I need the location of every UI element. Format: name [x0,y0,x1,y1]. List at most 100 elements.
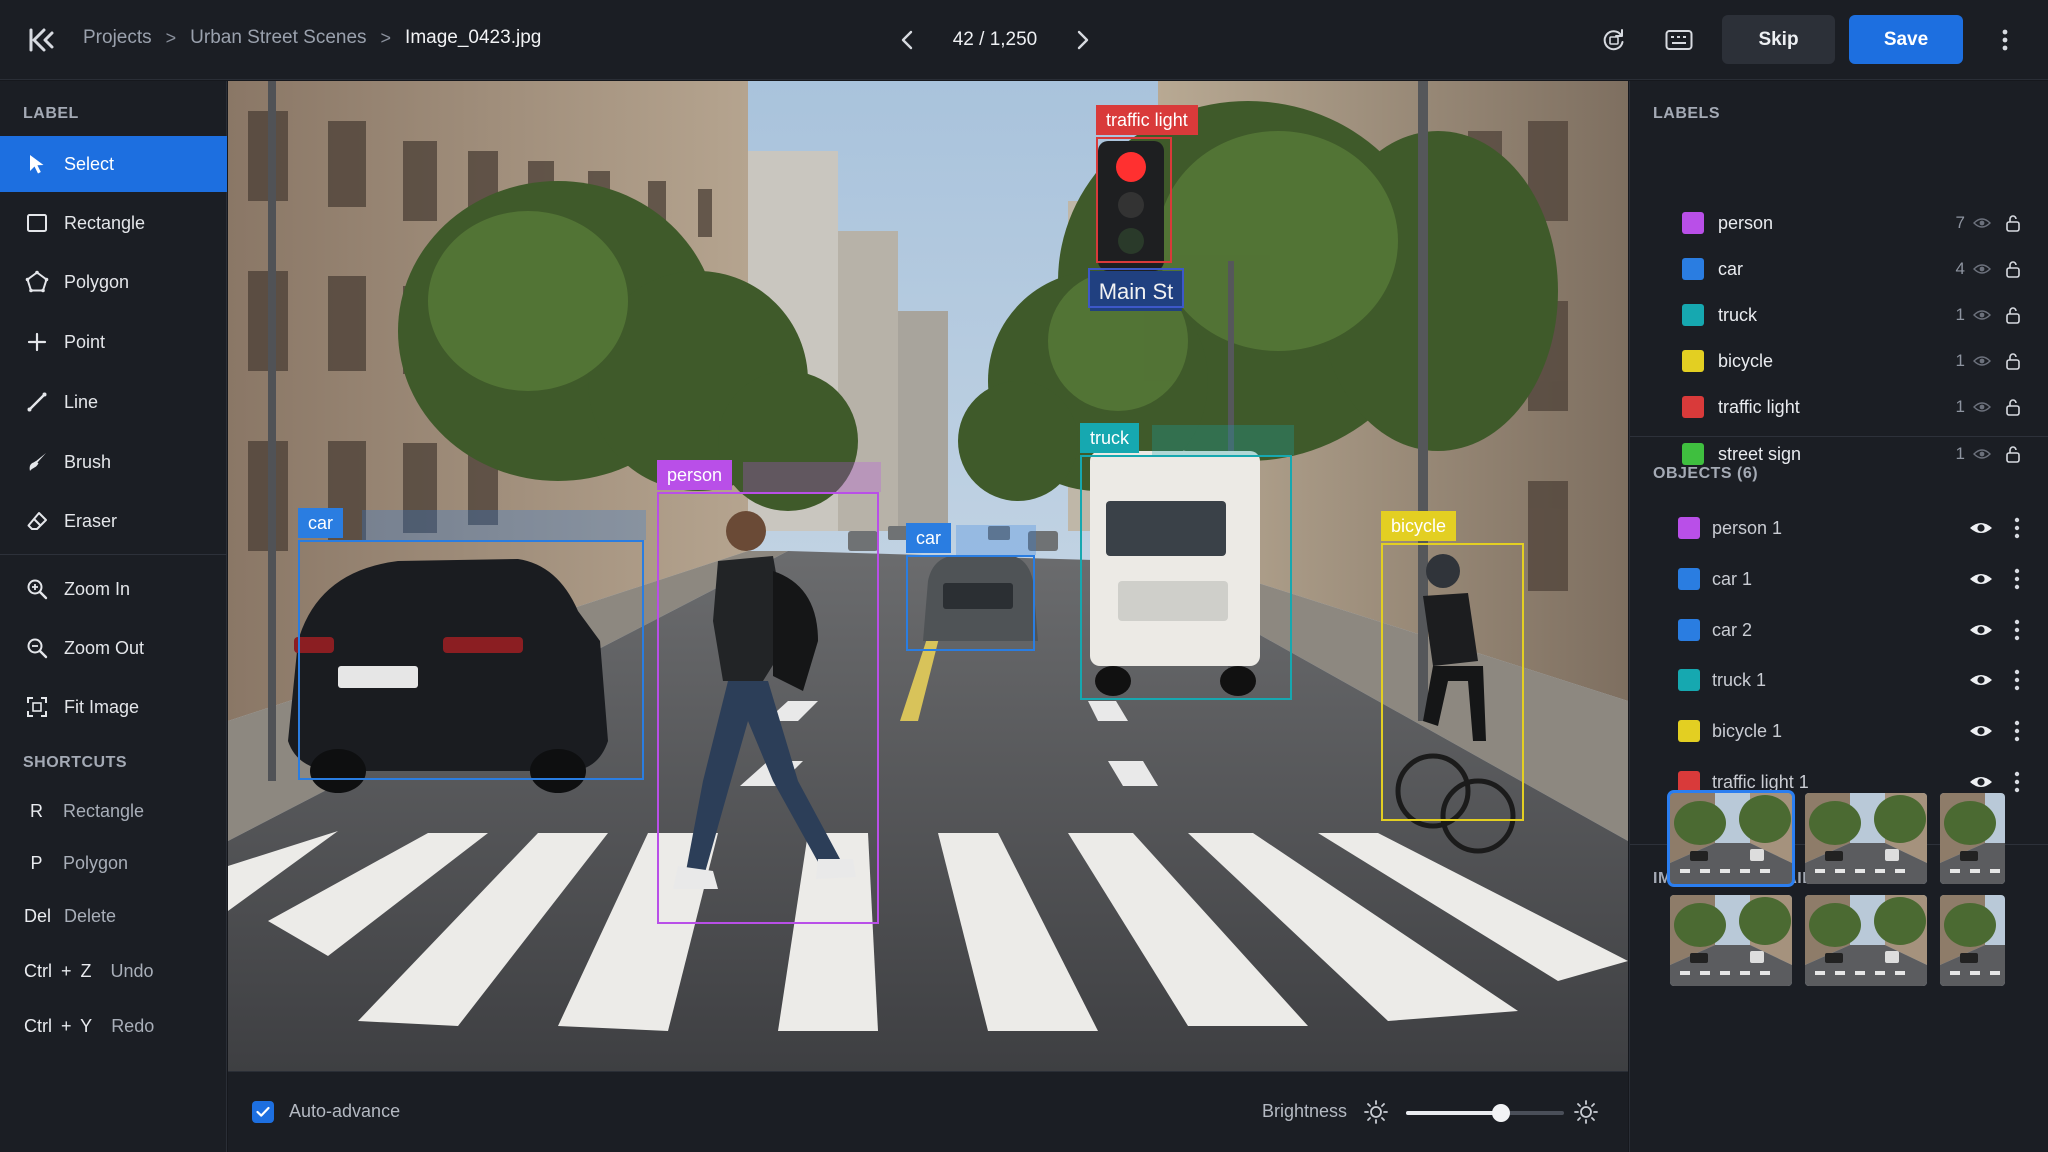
label-row-car[interactable]: car 4 [1630,246,2048,292]
lock-icon[interactable] [2005,398,2021,416]
more-vertical-icon[interactable] [2013,771,2021,793]
eye-icon[interactable] [1969,622,1993,638]
lock-icon[interactable] [2005,260,2021,278]
label-row-traffic-light[interactable]: traffic light 1 [1630,384,2048,430]
tool-label: Brush [64,451,112,472]
image-thumbnail[interactable] [1805,793,1927,884]
lock-icon[interactable] [2005,214,2021,232]
tool-line[interactable]: Line [0,374,227,430]
more-vertical-icon [2002,29,2008,51]
label-color-swatch [1682,396,1704,418]
more-vertical-icon[interactable] [2013,720,2021,742]
tool-eraser[interactable]: Eraser [0,493,227,549]
tool-label: Zoom In [64,578,131,599]
eye-icon[interactable] [1969,520,1993,536]
more-vertical-icon[interactable] [2013,568,2021,590]
lock-icon[interactable] [2005,445,2021,463]
zoom-out-icon [24,635,50,661]
image-thumbnail[interactable] [1940,895,2005,986]
object-color-swatch [1678,720,1700,742]
right-panel: LABELS person 7 car 4 truck 1 bicycle 1 traffic … [1629,81,2048,1152]
image-thumbnail[interactable] [1805,895,1927,986]
zoom-in-icon [24,576,50,602]
eye-icon[interactable] [1969,774,1993,790]
brightness-low-icon[interactable] [1363,1099,1389,1125]
auto-advance-checkbox[interactable] [252,1101,274,1123]
eye-icon[interactable] [1973,354,1991,368]
brightness-slider-thumb[interactable] [1491,1104,1510,1122]
annotation-box-traffic-light-1[interactable]: traffic light [1096,105,1198,263]
annotation-box-bicycle-1[interactable]: bicycle [1381,511,1524,821]
shortcuts-section-title: SHORTCUTS [23,754,128,771]
label-name: traffic light [1718,396,1800,417]
image-thumbnail[interactable] [1940,793,2005,884]
tool-label: Point [64,331,106,352]
object-row-car-1[interactable]: car 1 [1630,554,2048,604]
eye-icon[interactable] [1973,400,1991,414]
tool-select[interactable]: Select [0,136,227,192]
cursor-icon [24,151,50,177]
shortcut-action: Redo [111,1016,155,1036]
shortcut-key: Ctrl + Y [24,1016,93,1036]
skip-button[interactable]: Skip [1722,15,1835,64]
label-name: person [1718,212,1774,233]
annotation-tag-bar [956,525,1036,555]
object-row-truck-1[interactable]: truck 1 [1630,655,2048,705]
rectangle-icon [24,210,50,236]
next-image-button[interactable] [1066,23,1100,57]
breadcrumb-file: Image_0423.jpg [405,27,542,48]
tool-fit-image[interactable]: Fit Image [0,679,227,735]
brightness-label: Brightness [1262,1101,1348,1121]
annotation-canvas[interactable]: Main St car person car truck bicycle tra… [228,81,1628,1071]
eye-icon[interactable] [1973,216,1991,230]
eye-icon[interactable] [1969,672,1993,688]
eye-icon[interactable] [1973,262,1991,276]
label-row-truck[interactable]: truck 1 [1630,292,2048,338]
breadcrumb-separator: > [165,27,177,48]
tool-zoom-out[interactable]: Zoom Out [0,620,227,676]
eye-icon[interactable] [1973,447,1991,461]
previous-image-button[interactable] [890,23,924,57]
tool-zoom-in[interactable]: Zoom In [0,561,227,617]
keyboard-shortcuts-button[interactable] [1661,22,1697,58]
brightness-slider[interactable] [1406,1104,1564,1122]
object-name: car 1 [1712,568,1753,589]
sidebar-divider [0,554,227,555]
tool-point[interactable]: Point [0,314,227,370]
object-color-swatch [1678,517,1700,539]
tool-brush[interactable]: Brush [0,434,227,490]
save-button[interactable]: Save [1849,15,1963,64]
object-row-bicycle-1[interactable]: bicycle 1 [1630,706,2048,756]
shortcut-action: Delete [64,906,117,926]
image-thumbnail[interactable] [1667,790,1795,887]
more-options-button[interactable] [1990,22,2020,58]
more-vertical-icon[interactable] [2013,619,2021,641]
panel-divider [1630,436,2048,437]
lock-icon[interactable] [2005,306,2021,324]
object-row-car-2[interactable]: car 2 [1630,605,2048,655]
tool-polygon[interactable]: Polygon [0,254,227,310]
annotation-box-car-2[interactable]: car [906,523,1036,651]
eye-icon[interactable] [1969,723,1993,739]
app-logo-icon[interactable] [22,24,58,56]
label-row-bicycle[interactable]: bicycle 1 [1630,338,2048,384]
tool-rectangle[interactable]: Rectangle [0,195,227,251]
more-vertical-icon[interactable] [2013,517,2021,539]
annotation-box-truck-1[interactable]: truck [1080,423,1294,700]
breadcrumb-dataset[interactable]: Urban Street Scenes [190,27,366,49]
object-row-person-1[interactable]: person 1 [1630,503,2048,553]
lock-icon[interactable] [2005,352,2021,370]
breadcrumb-projects[interactable]: Projects [83,27,152,49]
eye-icon[interactable] [1969,571,1993,587]
brightness-high-icon[interactable] [1573,1099,1599,1125]
annotation-box-car-1[interactable]: car [298,508,646,780]
objects-section-title: OBJECTS (6) [1653,465,1759,482]
more-vertical-icon[interactable] [2013,669,2021,691]
image-thumbnail[interactable] [1670,895,1792,986]
reset-view-button[interactable] [1596,22,1632,58]
annotation-box-street-sign-1[interactable] [1088,268,1184,308]
eye-icon[interactable] [1973,308,1991,322]
label-row-person[interactable]: person 7 [1630,200,2048,246]
annotation-box-person-1[interactable]: person [657,460,881,924]
label-name: street sign [1718,443,1802,464]
